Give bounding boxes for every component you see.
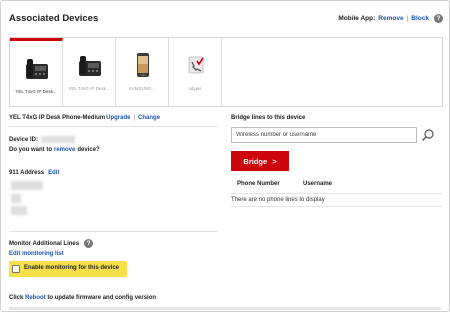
address-label: 911 Address [9,170,45,176]
device-tile[interactable]: sdyjas [169,38,222,106]
desk-phone-icon [79,56,101,76]
reboot-row: Click Reboot to update firmware and conf… [9,295,156,301]
divider [9,126,217,127]
help-icon[interactable]: ? [84,239,94,248]
device-caption: sdyjas [188,86,202,91]
device-model: YEL T4xG IP Desk Phone-Medium [9,115,106,121]
chevron-right-icon: > [272,156,277,166]
column-username: Username [303,181,333,187]
edit-address-link[interactable]: Edit [48,170,59,176]
device-id-label: Device ID: [9,136,39,143]
separator: | [133,115,136,121]
remove-suffix: device? [77,147,100,153]
carousel-empty-area [222,38,442,106]
remove-prefix: Do you want to [9,147,52,153]
device-caption: SAMSUNG... [128,86,156,91]
bridge-button-label: Bridge [243,156,268,166]
bridge-button[interactable]: Bridge > [231,151,289,171]
edit-monitoring-list-link[interactable]: Edit monitoring list [9,251,64,257]
reboot-link[interactable]: Reboot [25,295,46,301]
redacted-address-line [11,181,43,190]
device-id-row: Device ID: [9,136,76,143]
device-carousel: YEL T4xG IP Desk... YEL T4xG IP Desk... … [9,37,443,107]
redacted-device-id [41,136,76,143]
upgrade-link[interactable]: Upgrade [106,115,130,121]
smartphone-icon [137,53,149,77]
remove-question: Do you want to remove device? [9,147,100,153]
mobile-app-label: Mobile App: [338,15,376,22]
bridge-title: Bridge lines to this device [231,115,306,121]
change-link[interactable]: Change [138,115,160,121]
associated-devices-panel: Associated Devices Mobile App: Remove | … [0,0,450,312]
device-caption: YEL T4xG IP Desk... [68,86,110,91]
enable-monitoring-checkbox[interactable] [12,265,20,273]
monitor-title: Monitor Additional Lines [9,240,80,247]
device-tile[interactable]: SAMSUNG... [116,38,169,106]
reboot-suffix: to update firmware and config version [47,295,157,301]
lines-table-header: Phone Number Username [231,179,443,191]
desk-phone-icon [26,59,48,79]
monitor-title-row: Monitor Additional Lines ? [9,239,94,248]
device-tile[interactable]: YEL T4xG IP Desk... [63,38,116,106]
softphone-icon [188,56,204,74]
model-row: YEL T4xG IP Desk Phone-Medium Upgrade | … [9,115,160,121]
bottom-divider [9,307,441,310]
device-tile[interactable]: YEL T4xG IP Desk... [10,38,63,106]
divider [9,231,217,232]
column-phone-number: Phone Number [237,181,280,187]
lines-table-empty-message: There are no phone lines to display [231,193,443,207]
block-link[interactable]: Block [411,15,429,22]
help-icon[interactable]: ? [434,14,443,23]
address-row: 911 Address Edit [9,170,59,176]
enable-monitoring-label[interactable]: Enable monitoring for this device [24,265,119,271]
remove-device-link[interactable]: remove [54,147,75,153]
redacted-address-line [11,194,21,203]
mobile-app-actions: Mobile App: Remove | Block ? [338,14,443,23]
click-label: Click [9,295,24,301]
monitoring-highlight: Enable monitoring for this device [9,261,127,277]
page-title: Associated Devices [9,13,99,24]
remove-link[interactable]: Remove [378,15,403,22]
redacted-address-line [11,206,27,215]
search-icon[interactable] [421,128,435,142]
device-caption: YEL T4xG IP Desk... [15,89,57,94]
bridge-search-input[interactable] [231,127,417,143]
panel-header: Associated Devices Mobile App: Remove | … [9,13,443,29]
separator: | [406,15,409,22]
